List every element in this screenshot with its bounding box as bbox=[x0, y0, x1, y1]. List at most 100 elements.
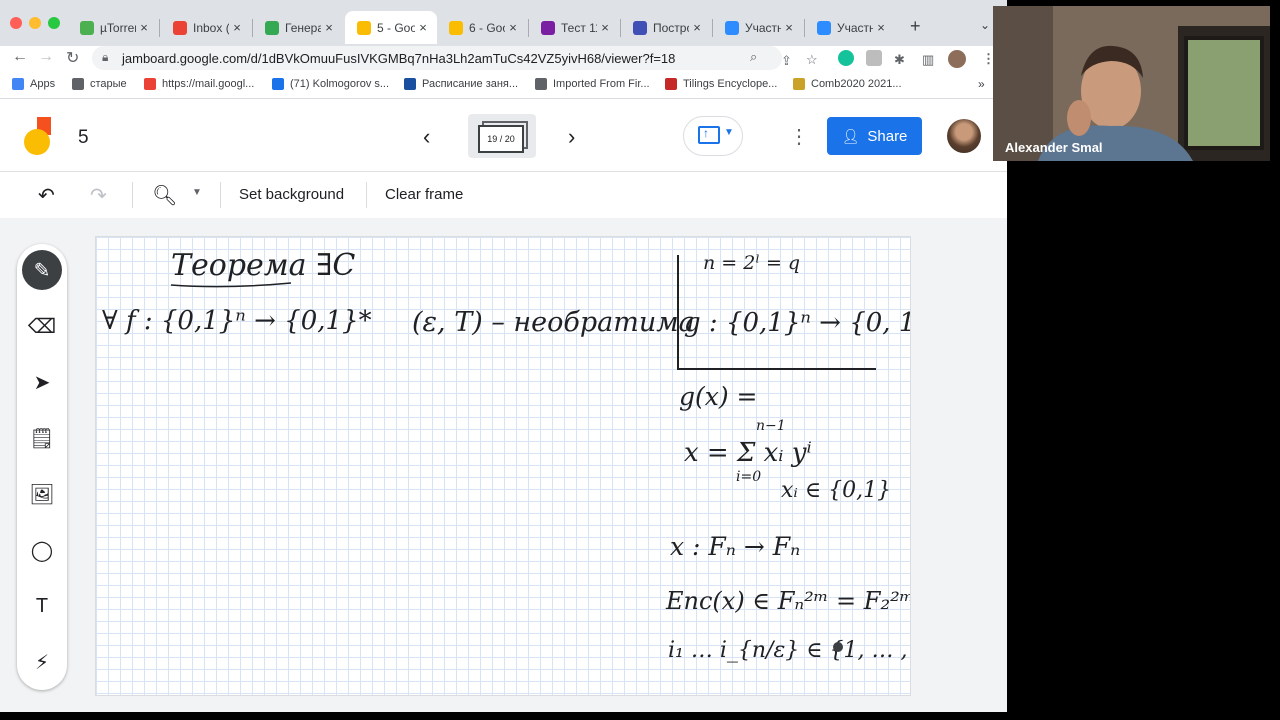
bookmarks-bar: Apps старые https://mail.googl... (71) Kolm… bbox=[0, 72, 1007, 99]
back-arrow-icon[interactable]: ← bbox=[12, 48, 28, 66]
bookmark-item[interactable]: старые bbox=[72, 78, 127, 90]
share-button[interactable]: 👤︎ Share bbox=[827, 117, 922, 155]
pen-tool-icon[interactable]: ✎ bbox=[22, 250, 62, 290]
puzzle-extensions-icon[interactable]: ✱ bbox=[894, 52, 905, 68]
bookmark-item[interactable]: Comb2020 2021... bbox=[793, 78, 902, 90]
browser-tab[interactable]: 5 - Goo × bbox=[345, 11, 437, 44]
tab-search-chevron-icon[interactable]: ⌄ bbox=[980, 18, 990, 32]
bookmark-item[interactable]: (71) Kolmogorov s... bbox=[272, 78, 389, 90]
participant-name: Alexander Smal bbox=[1005, 140, 1103, 155]
bookmark-star-icon[interactable]: ☆ bbox=[806, 52, 818, 68]
browser-tab[interactable]: Inbox (× bbox=[161, 11, 251, 44]
sticky-note-icon[interactable]: 🗒︎ bbox=[22, 418, 62, 458]
bookmark-item[interactable]: Tilings Encyclope... bbox=[665, 78, 777, 90]
lock-icon: 🔒︎ bbox=[102, 50, 109, 64]
browser-tab[interactable]: µTorrent× bbox=[68, 11, 158, 44]
zoom-icon bbox=[725, 20, 739, 35]
new-tab-button[interactable]: + bbox=[910, 16, 921, 37]
text-box-icon[interactable]: T bbox=[22, 586, 62, 626]
present-screen-icon bbox=[698, 126, 720, 144]
frame-bar-toggle[interactable]: 19 / 20 bbox=[468, 114, 536, 158]
toolbar-divider bbox=[220, 182, 221, 208]
more-bookmarks-icon[interactable]: » bbox=[978, 77, 985, 91]
n-equals-text: n = 2ˡ = q bbox=[703, 252, 800, 274]
browser-tab[interactable]: Постро× bbox=[621, 11, 711, 44]
function-definition-text: ∀ f : {0,1}ⁿ → {0,1}* bbox=[102, 306, 372, 336]
browser-tab[interactable]: 6 - Goo× bbox=[437, 11, 527, 44]
close-tab-icon[interactable]: × bbox=[781, 20, 797, 35]
apps-grid-icon bbox=[12, 78, 24, 90]
close-tab-icon[interactable]: × bbox=[689, 20, 705, 35]
share-button-label: Share bbox=[867, 127, 908, 145]
set-background-button[interactable]: Set background bbox=[239, 186, 344, 203]
previous-frame-chevron-icon[interactable]: ‹ bbox=[423, 124, 430, 150]
bookmark-item[interactable]: Расписание заня... bbox=[404, 78, 518, 90]
tab-title: Участн bbox=[837, 20, 873, 35]
encoding-text: Enc(x) ∈ Fₙ²ᵐ = F₂²ᵐˡ bbox=[665, 587, 910, 615]
jam-title[interactable]: 5 bbox=[78, 127, 89, 149]
laser-pointer-icon[interactable]: ⚡︎ bbox=[22, 642, 62, 682]
zoom-magnifier-icon[interactable]: ⌕ bbox=[750, 49, 757, 65]
participant-video[interactable] bbox=[993, 6, 1270, 161]
jamboard-logo[interactable] bbox=[24, 117, 54, 155]
clear-frame-button[interactable]: Clear frame bbox=[385, 186, 463, 203]
browser-window: µTorrent×Inbox (×Генера×5 - Goo×6 - Goo×… bbox=[0, 0, 1007, 712]
maximize-window-button[interactable] bbox=[48, 17, 60, 29]
present-menu-button[interactable]: ↑ ▼ bbox=[683, 116, 743, 156]
toolbar-divider bbox=[366, 182, 367, 208]
add-image-icon[interactable]: 🖼︎ bbox=[22, 474, 62, 514]
dropdown-caret-icon: ▼ bbox=[724, 127, 734, 138]
zoom-icon bbox=[817, 20, 831, 35]
grammarly-extension-icon[interactable] bbox=[838, 50, 854, 66]
tab-title: Генера bbox=[285, 20, 321, 35]
close-tab-icon[interactable]: × bbox=[229, 20, 245, 35]
share-page-icon[interactable]: ⇪ bbox=[781, 53, 792, 69]
bookmark-item[interactable]: https://mail.googl... bbox=[144, 78, 254, 90]
next-frame-chevron-icon[interactable]: › bbox=[568, 124, 575, 150]
sum-expression-text: x = Σ xᵢ yⁱ bbox=[684, 438, 812, 468]
profile-avatar-icon[interactable] bbox=[948, 50, 966, 68]
close-tab-icon[interactable]: × bbox=[873, 20, 889, 35]
bookmark-item[interactable]: Imported From Fir... bbox=[535, 78, 650, 90]
jam-canvas[interactable]: Теорема ∃C ∀ f : {0,1}ⁿ → {0,1}* (ε, T) … bbox=[95, 236, 911, 696]
tab-strip: µTorrent×Inbox (×Генера×5 - Goo×6 - Goo×… bbox=[0, 0, 1007, 46]
bookmark-item[interactable]: Apps bbox=[12, 78, 55, 90]
folder-icon bbox=[72, 78, 84, 90]
browser-tab[interactable]: Участн × bbox=[805, 11, 895, 44]
close-tab-icon[interactable]: × bbox=[321, 20, 337, 35]
toolbar-divider bbox=[132, 182, 133, 208]
shape-circle-icon[interactable]: ◯ bbox=[22, 530, 62, 570]
drawing-tools-sidebar: ✎ ⌫ ➤ 🗒︎ 🖼︎ ◯ T ⚡︎ bbox=[17, 244, 67, 690]
close-tab-icon[interactable]: × bbox=[597, 20, 613, 35]
browser-tab[interactable]: Генера × bbox=[253, 11, 343, 44]
close-tab-icon[interactable]: × bbox=[136, 20, 152, 35]
upload-arrow-icon: ↑ bbox=[703, 126, 709, 140]
tab-title: 6 - Goo bbox=[469, 20, 505, 35]
forward-arrow-icon[interactable]: → bbox=[38, 48, 54, 66]
side-panel-icon[interactable]: ▥ bbox=[922, 52, 934, 68]
eraser-tool-icon[interactable]: ⌫ bbox=[22, 306, 62, 346]
zoom-dropdown-caret-icon[interactable]: ▼ bbox=[192, 187, 202, 198]
extension-icon[interactable] bbox=[866, 50, 882, 66]
one-way-statement-text: (ε, T) – необратима bbox=[412, 307, 695, 338]
close-tab-icon[interactable]: × bbox=[415, 20, 431, 35]
zoom-icon[interactable]: 🔍︎ bbox=[152, 183, 177, 208]
close-window-button[interactable] bbox=[10, 17, 22, 29]
account-avatar[interactable] bbox=[947, 119, 981, 153]
close-tab-icon[interactable]: × bbox=[505, 20, 521, 35]
bookmark-label: Расписание заня... bbox=[422, 78, 519, 90]
browser-tab[interactable]: Тест 11× bbox=[529, 11, 619, 44]
browser-tab[interactable]: Участн × bbox=[713, 11, 803, 44]
more-options-icon[interactable]: ⋮ bbox=[789, 124, 809, 149]
handwriting-layer: Теорема ∃C ∀ f : {0,1}ⁿ → {0,1}* (ε, T) … bbox=[102, 248, 910, 663]
reload-icon[interactable]: ↻ bbox=[66, 48, 79, 68]
tab-title: Участн bbox=[745, 20, 781, 35]
tab-title: 5 - Goo bbox=[377, 20, 415, 35]
select-pointer-icon[interactable]: ➤ bbox=[22, 362, 62, 402]
minimize-window-button[interactable] bbox=[29, 17, 41, 29]
address-bar[interactable]: 🔒︎ jamboard.google.com/d/1dBVkOmuuFusIVK… bbox=[92, 46, 782, 70]
laser-dot bbox=[833, 642, 843, 652]
undo-icon[interactable]: ↶ bbox=[38, 183, 55, 208]
redo-icon[interactable]: ↷ bbox=[90, 183, 107, 208]
jamboard-header: 5 ‹ 19 / 20 › ↑ ▼ ⋮ 👤︎ Share bbox=[0, 99, 1007, 171]
